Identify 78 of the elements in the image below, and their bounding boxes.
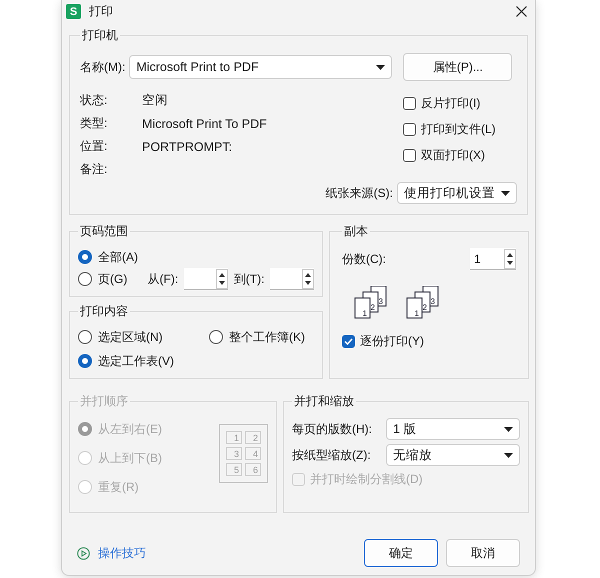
page-number: 2 <box>245 431 261 444</box>
dialog-button[interactable]: 确定 <box>364 539 438 567</box>
field-label: 每页的版数(H): <box>292 420 372 438</box>
field-label: 从(F): <box>148 270 178 288</box>
radio-button[interactable] <box>78 330 92 344</box>
checkbox-label: 打印到文件(L) <box>421 120 496 138</box>
info-value: 空闲 <box>142 92 168 109</box>
paper-source-select[interactable]: 使用打印机设置 <box>397 182 517 204</box>
to-page-field[interactable] <box>270 268 314 290</box>
page-number: 2 <box>422 303 427 312</box>
radio-button[interactable] <box>78 250 92 264</box>
checkbox[interactable] <box>403 96 416 110</box>
checkbox-label: 逐份打印(Y) <box>360 332 424 350</box>
play-icon <box>77 546 90 560</box>
properties-button[interactable]: 属性(P)... <box>403 53 512 81</box>
scale-select[interactable]: 无缩放 <box>386 444 520 466</box>
radio-button[interactable] <box>209 330 223 344</box>
pages-per-sheet-select[interactable]: 1 版 <box>386 418 520 440</box>
radio-button[interactable] <box>78 272 92 286</box>
page-number: 3 <box>226 447 242 460</box>
dropdown-caret-icon <box>504 426 513 432</box>
group-title: 打印机 <box>81 27 119 44</box>
copies-field[interactable]: 1 <box>470 248 516 270</box>
window-title: 打印 <box>89 3 114 20</box>
radio-label: 从左到右(E) <box>98 420 162 438</box>
page-number: 3 <box>430 297 435 306</box>
page-number: 1 <box>414 309 419 318</box>
field-label: 到(T): <box>234 270 264 288</box>
checkbox[interactable] <box>403 122 416 136</box>
app-icon: S <box>66 4 81 19</box>
page-number: 1 <box>362 309 367 318</box>
dropdown-caret-icon <box>376 64 386 70</box>
printer-select[interactable]: Microsoft Print to PDF <box>129 55 392 79</box>
page-number: 4 <box>245 447 261 460</box>
info-label: 备注: <box>80 161 108 178</box>
info-label: 类型: <box>80 115 108 132</box>
dialog-button[interactable]: 取消 <box>446 539 520 567</box>
page-number: 5 <box>226 463 242 476</box>
page-number: 3 <box>378 297 383 306</box>
checkbox[interactable] <box>342 334 355 348</box>
tips-link[interactable]: 操作技巧 <box>98 544 356 562</box>
radio-label: 页(G) <box>98 270 128 288</box>
group-title: 并打和缩放 <box>293 393 355 410</box>
info-value: Microsoft Print To PDF <box>142 116 267 130</box>
checkbox-label: 反片打印(I) <box>421 94 480 112</box>
info-label: 位置: <box>80 138 108 155</box>
page-number: 2 <box>370 303 375 312</box>
checkbox-label: 双面打印(X) <box>421 146 485 164</box>
field-label: 纸张来源(S): <box>326 184 393 202</box>
group-title: 页码范围 <box>79 223 129 240</box>
radio-button[interactable] <box>78 354 92 368</box>
info-label: 状态: <box>80 92 108 109</box>
close-icon[interactable] <box>516 6 527 17</box>
field-label: 份数(C): <box>342 250 386 268</box>
checkmark-icon <box>344 338 353 344</box>
radio-label: 选定工作表(V) <box>98 352 174 370</box>
radio-label: 全部(A) <box>98 248 138 266</box>
field-label: 按纸型缩放(Z): <box>292 446 371 464</box>
checkbox-label: 并打时绘制分割线(D) <box>310 470 423 488</box>
radio-label: 从上到下(B) <box>98 450 162 466</box>
spinner-arrows-icon[interactable] <box>216 268 228 288</box>
dropdown-caret-icon <box>504 452 513 458</box>
radio-label: 选定区域(N) <box>98 328 163 346</box>
dropdown-caret-icon <box>501 190 510 196</box>
page-number: 1 <box>226 431 242 444</box>
field-label: 名称(M): <box>80 58 126 76</box>
group-title: 副本 <box>343 223 369 240</box>
spinner-arrows-icon[interactable] <box>504 248 516 268</box>
info-value: PORTPROMPT: <box>142 140 232 154</box>
group-title: 打印内容 <box>79 303 129 320</box>
radio-label: 整个工作簿(K) <box>229 328 305 346</box>
radio-label: 重复(R) <box>98 478 139 496</box>
spinner-arrows-icon[interactable] <box>302 268 314 288</box>
page-number: 6 <box>245 463 261 476</box>
from-page-field[interactable] <box>184 268 228 290</box>
group-title: 并打顺序 <box>79 393 129 410</box>
checkbox[interactable] <box>403 148 416 162</box>
copies-value: 1 <box>474 252 481 266</box>
